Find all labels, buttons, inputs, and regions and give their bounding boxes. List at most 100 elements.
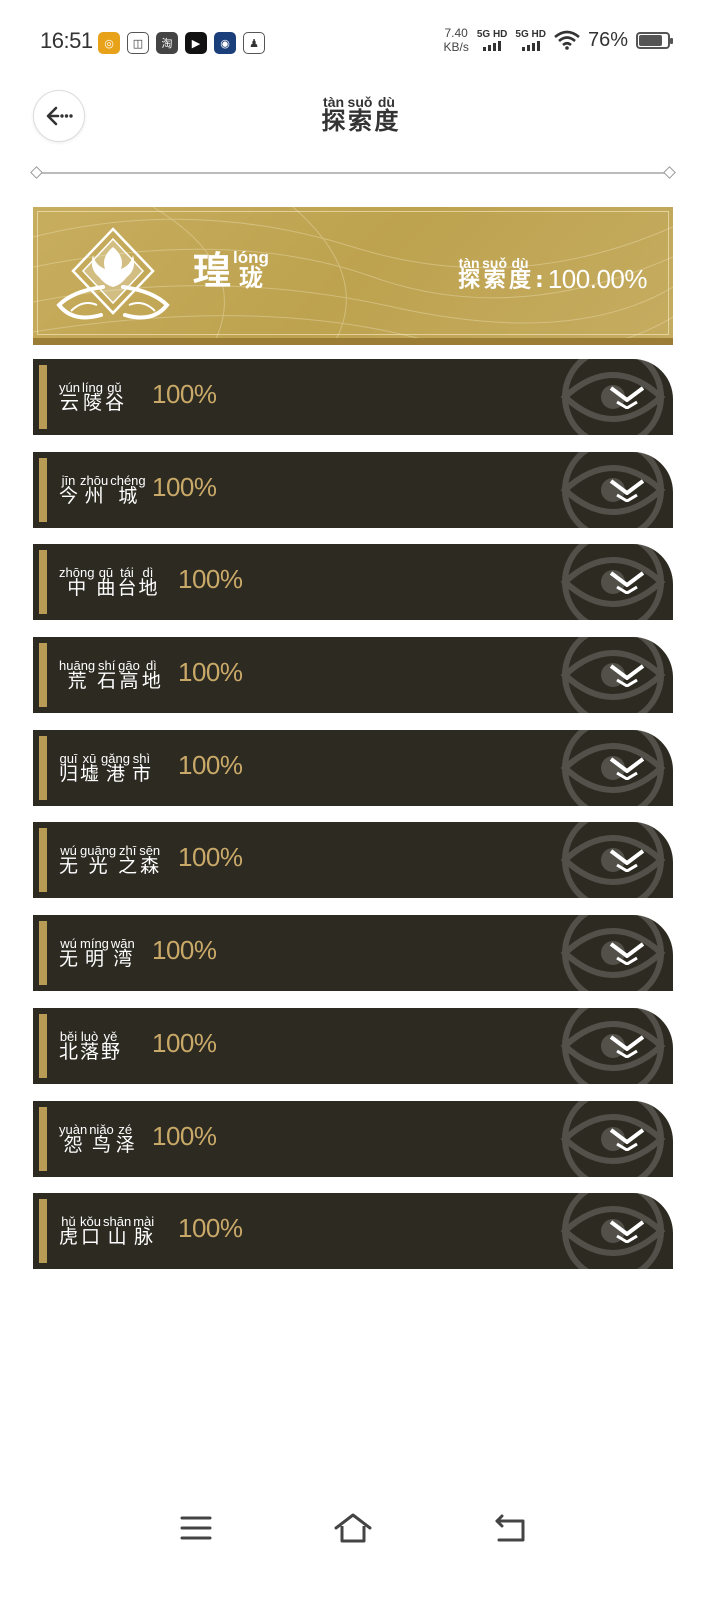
area-item[interactable]: hǔ 虎 kǒu 口 shān 山 mài 脉 100% bbox=[33, 1193, 673, 1270]
area-item[interactable]: huāng 荒 shí 石 gāo 高 dì 地 100% bbox=[33, 637, 673, 714]
area-name-text: běi 北 luò 落 yě 野 bbox=[59, 1030, 120, 1062]
area-name: wú 无 míng 明 wān 湾 bbox=[59, 933, 135, 969]
ruby-char: suǒ 索 bbox=[347, 95, 373, 135]
ruby-char: niǎo 鸟 bbox=[89, 1123, 114, 1155]
chevron-down-icon bbox=[609, 664, 645, 688]
ruby-char: guāng 光 bbox=[80, 844, 116, 876]
area-item[interactable]: yuàn 怨 niǎo 鸟 zé 泽 100% bbox=[33, 1100, 673, 1177]
ruby-char: shān 山 bbox=[103, 1215, 131, 1247]
chevron-down-icon bbox=[609, 849, 645, 873]
hanzi: 落 bbox=[80, 1040, 100, 1063]
status-right: 7.40 KB/s 5G HD 5G HD 76% bbox=[443, 26, 673, 54]
sim1-signal: 5G HD bbox=[476, 29, 508, 51]
hanzi: 地 bbox=[138, 577, 158, 600]
region-name: 瑝 lóng 珑 bbox=[193, 249, 269, 290]
area-name: guī 归 xū 墟 gǎng 港 shì 市 bbox=[59, 748, 151, 784]
area-accent-bar bbox=[39, 457, 47, 522]
area-item[interactable]: jīn 今 zhōu 州 chéng 城 100% bbox=[33, 451, 673, 528]
ruby-char: zhōng 中 bbox=[59, 566, 94, 598]
area-accent-bar bbox=[39, 643, 47, 708]
area-item[interactable]: yún 云 líng 陵 gǔ 谷 100% bbox=[33, 359, 673, 435]
watermark-icon bbox=[560, 915, 666, 992]
area-name: zhōng 中 qū 曲 tái 台 dì 地 bbox=[59, 562, 157, 598]
home-button[interactable] bbox=[333, 1508, 373, 1548]
ruby-char: suǒ 索 bbox=[482, 256, 507, 292]
hanzi: 城 bbox=[118, 484, 138, 507]
area-item[interactable]: běi 北 luò 落 yě 野 100% bbox=[33, 1007, 673, 1084]
area-item[interactable]: zhōng 中 qū 曲 tái 台 dì 地 100% bbox=[33, 544, 673, 621]
area-name-text: yún 云 líng 陵 gǔ 谷 bbox=[59, 381, 124, 413]
qq-app-icon: ♟ bbox=[243, 32, 265, 54]
area-name-text: jīn 今 zhōu 州 chéng 城 bbox=[59, 474, 146, 506]
ruby-char: gāo 高 bbox=[118, 659, 140, 691]
hanzi: 森 bbox=[140, 855, 160, 878]
area-percent: 100% bbox=[178, 749, 243, 780]
sim1-label: 5G HD bbox=[476, 29, 508, 40]
ruby-char: běi 北 bbox=[59, 1030, 78, 1062]
sim2-label: 5G HD bbox=[515, 29, 546, 40]
hanzi: 地 bbox=[141, 670, 161, 693]
hanzi: 陵 bbox=[82, 392, 102, 414]
hanzi: 高 bbox=[119, 670, 139, 693]
hanzi: 荒 bbox=[67, 670, 87, 693]
system-nav-bar bbox=[0, 1500, 720, 1560]
home-icon bbox=[334, 1513, 372, 1543]
area-item[interactable]: wú 无 míng 明 wān 湾 100% bbox=[33, 915, 673, 992]
area-percent: 100% bbox=[152, 935, 217, 966]
region-progress: tàn 探 suǒ 索 dù 度 : 100.00% bbox=[458, 256, 648, 294]
hanzi: 鸟 bbox=[91, 1133, 111, 1156]
hanzi: 泽 bbox=[115, 1133, 135, 1156]
area-accent-bar bbox=[39, 365, 47, 429]
watermark-icon bbox=[560, 451, 666, 528]
header-divider bbox=[36, 172, 670, 174]
ruby-char: huāng 荒 bbox=[59, 659, 95, 691]
chevron-down-icon bbox=[609, 757, 645, 780]
area-name: jīn 今 zhōu 州 chéng 城 bbox=[59, 470, 146, 506]
hanzi: 归 bbox=[59, 762, 79, 785]
area-name: běi 北 luò 落 yě 野 bbox=[59, 1026, 120, 1062]
tv-app-icon: ◫ bbox=[127, 32, 149, 54]
status-bar: 16:51 ◎ ◫ 淘 ▶ ◉ ♟ 7.40 KB/s 5G HD 5G HD 76% bbox=[0, 0, 720, 80]
battery-icon bbox=[636, 31, 673, 49]
area-percent: 100% bbox=[178, 657, 243, 688]
hanzi: 光 bbox=[88, 855, 108, 878]
video-app-icon: ▶ bbox=[185, 32, 207, 54]
chevron-down-icon bbox=[609, 1035, 645, 1058]
hanzi: 曲 bbox=[96, 577, 116, 600]
region-progress-value: 100.00% bbox=[547, 264, 648, 294]
area-accent-bar bbox=[39, 1013, 47, 1078]
hanzi: 云 bbox=[59, 392, 79, 414]
ruby-char: jīn 今 bbox=[59, 474, 78, 506]
signal-bars-icon bbox=[515, 41, 546, 51]
area-name: yún 云 líng 陵 gǔ 谷 bbox=[59, 377, 124, 413]
hanzi: 今 bbox=[59, 484, 79, 507]
area-name: hǔ 虎 kǒu 口 shān 山 mài 脉 bbox=[59, 1211, 154, 1247]
area-percent: 100% bbox=[178, 564, 243, 595]
area-item[interactable]: wú 无 guāng 光 zhī 之 sēn 森 100% bbox=[33, 822, 673, 899]
hanzi: 探 bbox=[321, 107, 346, 135]
network-speed-unit: KB/s bbox=[443, 40, 469, 54]
ruby-char: tàn 探 bbox=[458, 256, 480, 292]
area-item[interactable]: guī 归 xū 墟 gǎng 港 shì 市 100% bbox=[33, 729, 673, 806]
ruby-char: tàn 探 bbox=[321, 95, 346, 135]
hanzi: 北 bbox=[59, 1040, 79, 1063]
chevron-down-icon bbox=[609, 386, 645, 409]
battery-level bbox=[639, 34, 662, 46]
ruby-char: dù 度 bbox=[509, 256, 531, 292]
region-name-char: 瑝 bbox=[193, 249, 232, 293]
back-nav-button[interactable] bbox=[490, 1508, 530, 1548]
menu-icon bbox=[180, 1516, 212, 1540]
area-accent-bar bbox=[39, 1199, 47, 1264]
area-percent: 100% bbox=[152, 1027, 217, 1058]
ruby-char: gǎng 港 bbox=[101, 752, 130, 784]
area-name-text: hǔ 虎 kǒu 口 shān 山 mài 脉 bbox=[59, 1215, 154, 1247]
menu-button[interactable] bbox=[176, 1508, 216, 1548]
hanzi: 野 bbox=[101, 1040, 121, 1063]
watermark-icon bbox=[560, 359, 666, 435]
hanzi: 脉 bbox=[134, 1226, 154, 1249]
ruby-char: qū 曲 bbox=[96, 566, 115, 598]
hanzi: 索 bbox=[347, 107, 372, 135]
page-title-text: tàn 探 suǒ 索 dù 度 bbox=[321, 95, 399, 135]
region-banner: 瑝 lóng 珑 tàn 探 suǒ 索 dù 度 : 100.00% bbox=[33, 207, 673, 345]
return-icon bbox=[495, 1514, 525, 1542]
